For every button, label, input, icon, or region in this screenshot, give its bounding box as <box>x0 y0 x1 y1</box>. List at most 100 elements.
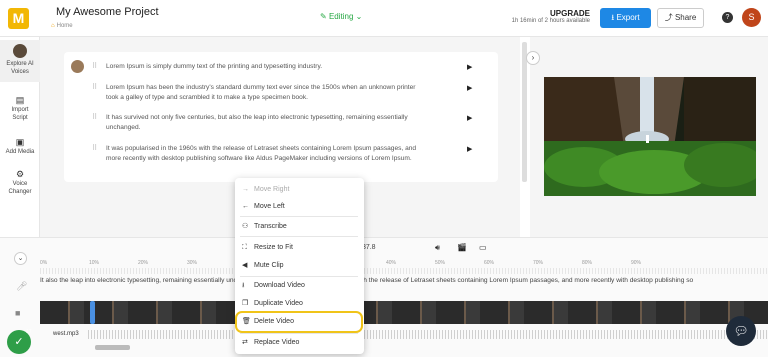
upgrade-link[interactable]: UPGRADE <box>510 9 590 18</box>
menu-item-delete-video[interactable]: 🗑︎ Delete Video <box>235 311 363 333</box>
export-button[interactable]: ⭳ Export <box>600 8 651 28</box>
duplicate-icon: ❐ <box>242 300 249 307</box>
menu-item-resize-to-fit[interactable]: ⛶ Resize to Fit <box>242 241 356 255</box>
ruler-tick: 70% <box>533 260 544 266</box>
play-icon[interactable]: ▶ <box>467 63 472 71</box>
menu-item-label: Transcribe <box>254 223 287 230</box>
drag-handle-icon[interactable]: ⠿ <box>92 83 97 91</box>
voice-changer-icon: ⚙ <box>15 169 25 179</box>
sidebar-item-import-script[interactable]: ▤ Import Script <box>0 96 40 122</box>
share-label: Share <box>674 13 697 22</box>
audio-file-label[interactable]: west.mp3 <box>53 331 79 337</box>
menu-item-move-left[interactable]: ← Move Left <box>242 200 356 214</box>
ruler-tick: 10% <box>89 260 100 266</box>
menu-item-label: Download Video <box>254 282 305 289</box>
avatar[interactable]: S <box>742 8 761 27</box>
usage-remaining: 1h 16min of 2 hours available <box>511 18 590 24</box>
chevron-down-icon: ⌄ <box>353 12 363 21</box>
arrow-right-icon: → <box>242 186 249 193</box>
script-paragraph[interactable]: Lorem Ipsum is simply dummy text of the … <box>106 62 426 72</box>
ruler-tick: 40% <box>386 260 397 266</box>
waterfall-image <box>544 77 756 196</box>
breadcrumb[interactable]: ⌂ Home <box>51 23 73 29</box>
script-paragraph[interactable]: Lorem Ipsum has been the industry's stan… <box>106 83 426 103</box>
ruler-tick: 80% <box>582 260 593 266</box>
add-media-icon: ▣ <box>15 137 25 147</box>
voice-waveform <box>40 268 768 274</box>
help-icon[interactable]: ? <box>722 12 733 23</box>
timeline-scrollbar[interactable] <box>95 345 130 350</box>
clapper-icon[interactable]: 🎬︎ <box>457 243 467 252</box>
play-icon[interactable]: ▶ <box>467 145 472 153</box>
video-track[interactable] <box>40 301 768 324</box>
editing-label: Editing <box>328 12 354 21</box>
menu-divider <box>240 333 358 334</box>
collapse-timeline-icon[interactable]: ⌄ <box>14 252 27 265</box>
video-preview[interactable] <box>544 77 756 196</box>
sidebar-item-explore-ai-voices[interactable]: Explore AI Voices <box>0 40 40 82</box>
drag-handle-icon[interactable]: ⠿ <box>92 62 97 70</box>
ruler-tick: 0% <box>40 260 48 266</box>
pencil-icon: ✎ <box>320 12 329 21</box>
menu-divider <box>240 276 358 277</box>
sidebar-item-voice-changer[interactable]: ⚙ Voice Changer <box>0 170 40 196</box>
sidebar-label: Explore AI <box>6 61 34 67</box>
captions-icon[interactable]: ▭ <box>479 243 487 252</box>
ruler-tick: 50% <box>435 260 446 266</box>
voice-avatar-icon <box>13 44 27 58</box>
timeline-ruler[interactable]: 0% 10% 20% 30% 40% 50% 60% 70% 80% 90% <box>40 260 768 268</box>
chat-icon[interactable]: 💬︎ <box>726 316 756 346</box>
menu-item-move-right[interactable]: → Move Right <box>242 183 356 197</box>
checklist-count: 17 <box>26 329 32 335</box>
play-icon[interactable]: ▶ <box>467 114 472 122</box>
ruler-tick: 20% <box>138 260 149 266</box>
sidebar-label: Add Media <box>5 149 35 155</box>
share-button[interactable]: ⤴ Share <box>657 8 704 28</box>
menu-item-label: Move Right <box>254 186 290 193</box>
chevron-right-icon[interactable]: › <box>526 51 540 65</box>
drag-handle-icon[interactable]: ⠿ <box>92 144 97 152</box>
script-paragraph[interactable]: It has survived not only five centuries,… <box>106 113 426 133</box>
menu-item-label: Move Left <box>254 203 285 210</box>
script-scrollbar[interactable] <box>522 42 527 182</box>
home-icon: ⌂ <box>51 23 55 29</box>
sidebar-item-add-media[interactable]: ▣ Add Media <box>0 138 40 156</box>
speaker-avatar[interactable] <box>71 60 84 73</box>
sidebar-label: Changer <box>8 189 32 195</box>
menu-item-label: Replace Video <box>254 339 300 346</box>
sidebar-label: Script <box>12 115 28 121</box>
menu-item-duplicate-video[interactable]: ❐ Duplicate Video <box>242 297 356 311</box>
menu-item-mute-clip[interactable]: ◀ Mute Clip <box>242 259 356 273</box>
timeline <box>0 237 768 357</box>
mic-icon[interactable]: 🎤︎ <box>16 281 27 292</box>
project-title[interactable]: My Awesome Project <box>56 6 159 18</box>
editing-status[interactable]: ✎ Editing ⌄ <box>320 12 362 21</box>
menu-divider <box>240 236 358 237</box>
play-icon[interactable]: ▶ <box>467 84 472 92</box>
arrow-left-icon: ← <box>242 203 249 210</box>
breadcrumb-home[interactable]: Home <box>57 23 73 29</box>
menu-item-label: Resize to Fit <box>254 244 293 251</box>
export-label: Export <box>616 13 640 22</box>
resize-icon: ⛶ <box>242 244 247 251</box>
drag-handle-icon[interactable]: ⠿ <box>92 113 97 121</box>
menu-item-download-video[interactable]: ⭳ Download Video <box>242 279 356 293</box>
menu-divider <box>240 216 358 217</box>
menu-item-label: Mute Clip <box>254 262 284 269</box>
menu-item-label: Delete Video <box>254 318 294 325</box>
menu-item-transcribe[interactable]: ⚇ Transcribe <box>242 220 356 234</box>
ruler-tick: 90% <box>631 260 642 266</box>
ruler-tick: 60% <box>484 260 495 266</box>
menu-item-replace-video[interactable]: ⇄ Replace Video <box>242 336 356 350</box>
mute-icon: ◀ <box>242 262 248 269</box>
app-logo[interactable]: M <box>8 8 29 29</box>
video-clip-handle[interactable] <box>90 301 95 324</box>
transcribe-icon: ⚇ <box>242 223 249 230</box>
download-icon: ⭳ <box>242 282 245 289</box>
import-script-icon: ▤ <box>15 95 25 105</box>
script-paragraph[interactable]: It was popularised in the 1960s with the… <box>106 144 426 164</box>
volume-icon[interactable]: 🔊︎ <box>435 243 440 253</box>
audio-waveform[interactable] <box>88 330 768 339</box>
camera-icon[interactable]: ■ <box>15 308 20 318</box>
text-track[interactable]: It also the leap into electronic typeset… <box>40 276 768 286</box>
